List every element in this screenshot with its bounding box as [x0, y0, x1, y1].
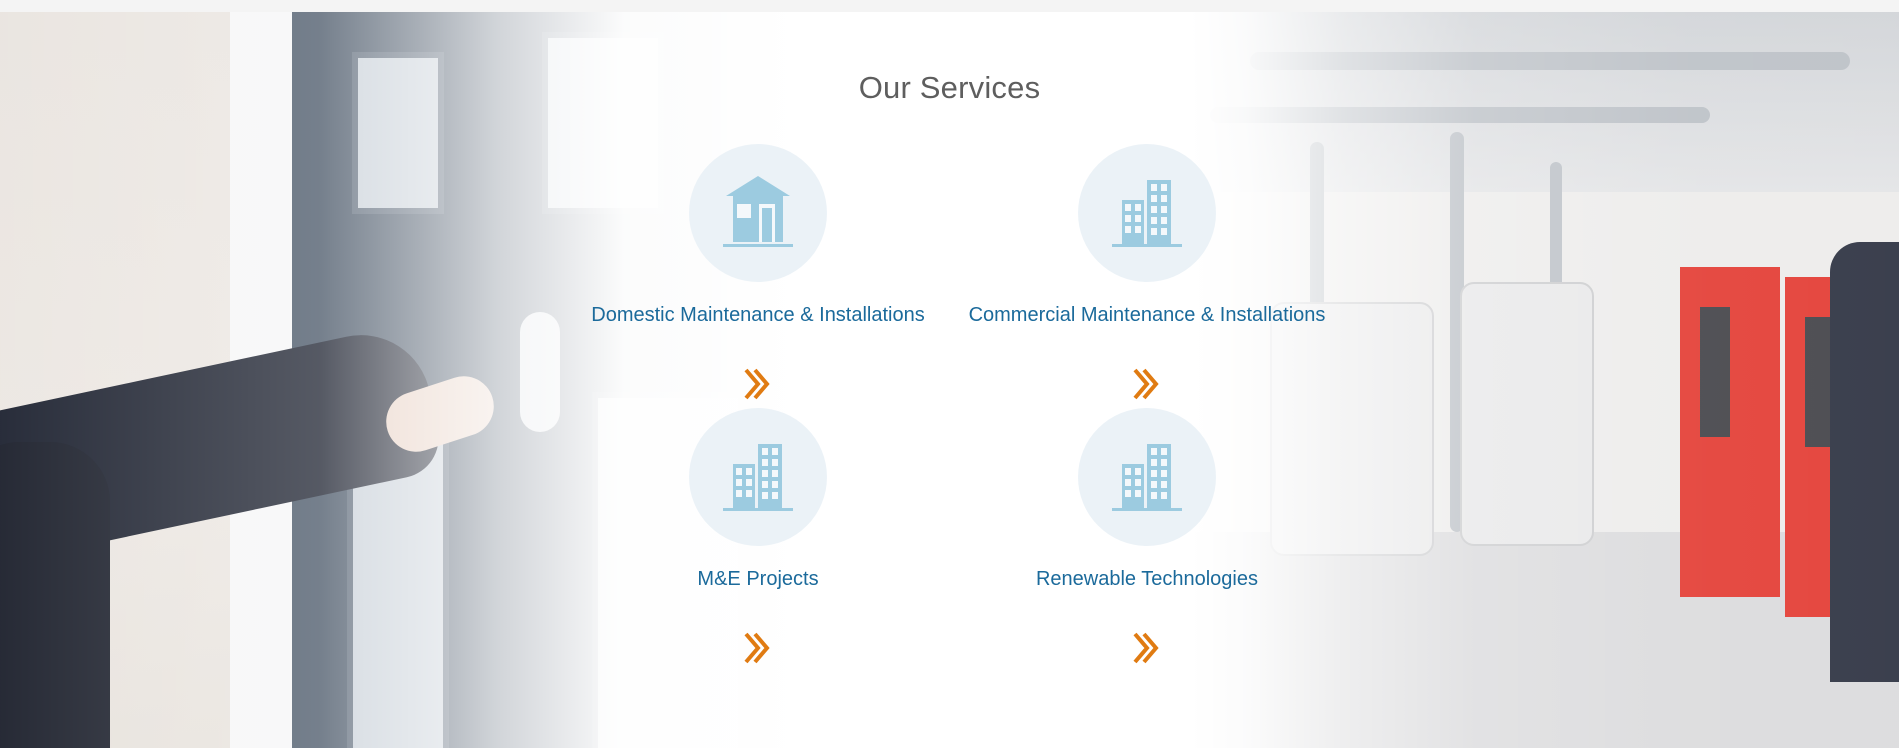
house-icon	[723, 176, 793, 247]
service-commercial[interactable]: Commercial Maintenance & Installations	[957, 144, 1337, 400]
double-chevron-right-icon[interactable]	[1132, 630, 1162, 666]
icon-circle	[1078, 408, 1216, 546]
icon-circle	[689, 144, 827, 282]
double-chevron-right-icon[interactable]	[1132, 366, 1162, 402]
icon-circle	[689, 408, 827, 546]
service-label[interactable]: Renewable Technologies	[957, 568, 1337, 591]
building-icon	[723, 444, 793, 511]
building-icon	[1112, 444, 1182, 511]
services-section: Our Services Domestic Maintenance & Inst…	[0, 12, 1899, 748]
building-icon	[1112, 180, 1182, 247]
service-renewable[interactable]: Renewable Technologies	[957, 408, 1337, 664]
double-chevron-right-icon[interactable]	[743, 630, 773, 666]
service-label[interactable]: M&E Projects	[568, 568, 948, 591]
double-chevron-right-icon[interactable]	[743, 366, 773, 402]
service-label[interactable]: Domestic Maintenance & Installations	[568, 304, 948, 327]
service-me-projects[interactable]: M&E Projects	[568, 408, 948, 664]
service-label[interactable]: Commercial Maintenance & Installations	[957, 304, 1337, 327]
top-strip	[0, 0, 1899, 12]
icon-circle	[1078, 144, 1216, 282]
service-domestic[interactable]: Domestic Maintenance & Installations	[568, 144, 948, 400]
section-title: Our Services	[858, 70, 1041, 105]
